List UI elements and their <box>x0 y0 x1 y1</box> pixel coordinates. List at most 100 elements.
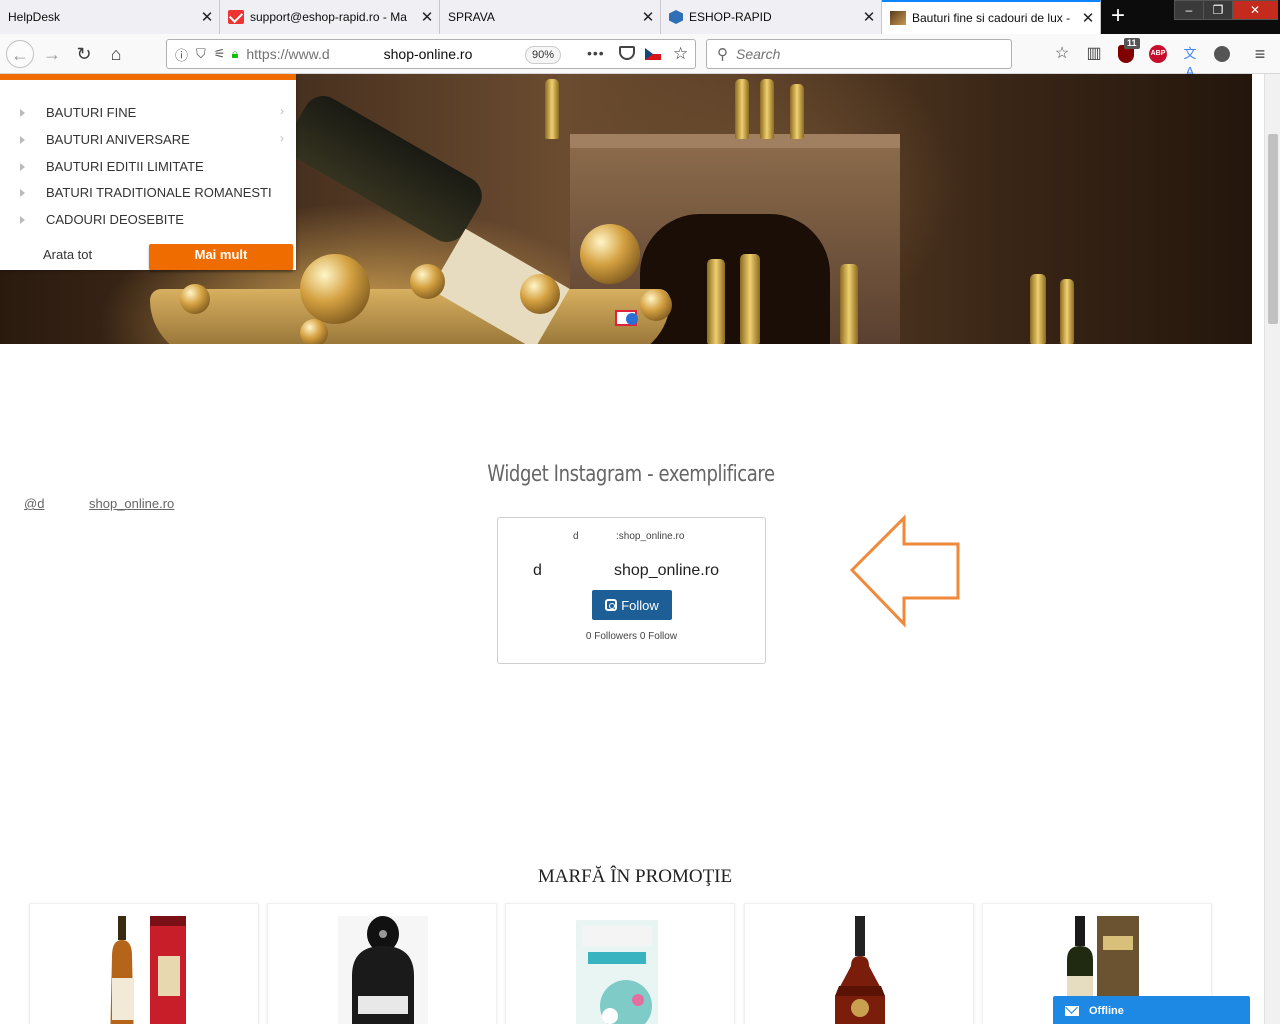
tab-title: ESHOP-RAPID <box>689 10 772 24</box>
promo-section-title: MARFĂ ÎN PROMOŢIE <box>537 866 733 887</box>
category-item-bauturi-editii-limitate[interactable]: BAUTURI EDITII LIMITATE <box>0 154 296 180</box>
new-tab-button[interactable]: + <box>1106 4 1130 29</box>
pocket-icon[interactable] <box>619 46 635 60</box>
category-menu: BAUTURI FINE › BAUTURI ANIVERSARE › BAUT… <box>0 74 296 270</box>
url-host: shop-online.ro <box>383 46 473 62</box>
gold-ornament <box>410 264 445 299</box>
category-label: CADOURI DEOSEBITE <box>46 212 184 227</box>
close-icon[interactable]: ✕ <box>636 8 660 26</box>
tracking-shield-icon[interactable]: ⛉ <box>196 46 206 62</box>
fireplace-opening <box>640 214 830 344</box>
search-input[interactable]: ⚲ Search <box>706 39 1012 69</box>
category-item-bauturi-aniversare[interactable]: BAUTURI ANIVERSARE › <box>0 127 296 153</box>
back-arrow-icon[interactable]: ← <box>6 40 34 68</box>
search-placeholder: Search <box>736 46 781 62</box>
close-icon[interactable]: ✕ <box>415 8 439 26</box>
web-page: BAUTURI FINE › BAUTURI ANIVERSARE › BAUT… <box>0 74 1264 1024</box>
instagram-handle: d <box>573 531 579 542</box>
url-prefix: https://www.d <box>246 46 330 62</box>
gold-bottle-graphic <box>735 79 749 139</box>
window-close-button[interactable]: ✕ <box>1232 0 1278 20</box>
chevron-right-icon: › <box>280 131 284 145</box>
sidebar-icon[interactable]: ▥ <box>1084 45 1104 63</box>
tab-support-mail[interactable]: support@eshop-rapid.ro - Ma ✕ <box>220 0 440 34</box>
gold-tub-graphic <box>150 289 670 344</box>
category-label: BAUTURI FINE <box>46 105 137 120</box>
instagram-account-name: shop_online.ro <box>614 562 719 579</box>
bullet-triangle-icon <box>20 163 25 171</box>
close-icon[interactable]: ✕ <box>1076 9 1100 27</box>
site-favicon-icon <box>890 11 906 25</box>
gold-ornament <box>520 274 560 314</box>
instagram-profile-link[interactable]: shop_online.ro <box>89 496 174 511</box>
tab-helpdesk[interactable]: HelpDesk ✕ <box>0 0 220 34</box>
gold-bottle-graphic <box>790 84 804 139</box>
czech-flag-icon[interactable] <box>645 48 661 60</box>
adblock-plus-icon[interactable]: ABP <box>1149 45 1167 63</box>
close-icon[interactable]: ✕ <box>857 8 881 26</box>
gold-ornament <box>180 284 210 314</box>
url-text: https://www.d shop-online.ro <box>246 46 472 62</box>
ublock-count-badge: 11 <box>1124 38 1140 49</box>
restore-button[interactable]: ❐ <box>1203 0 1233 20</box>
home-icon[interactable]: ⌂ <box>102 40 130 68</box>
more-button[interactable]: Mai mult <box>149 244 293 270</box>
library-icon[interactable]: ☆ <box>1052 45 1072 63</box>
hamburger-menu-icon[interactable]: ≡ <box>1250 45 1270 63</box>
chevron-right-icon: › <box>280 104 284 118</box>
slider-indicator[interactable] <box>615 310 638 326</box>
tab-sprava[interactable]: SPRAVA ✕ <box>440 0 661 34</box>
tab-bauturi-fine[interactable]: Bauturi fine si cadouri de lux - ✕ <box>882 0 1101 34</box>
gold-bottle-graphic <box>707 259 725 344</box>
product-card[interactable] <box>505 903 735 1024</box>
tab-eshop-rapid[interactable]: ESHOP-RAPID ✕ <box>661 0 882 34</box>
zoom-level-badge[interactable]: 90% <box>525 46 562 64</box>
product-card[interactable] <box>29 903 259 1024</box>
scrollbar-thumb[interactable] <box>1268 134 1278 324</box>
tab-title: HelpDesk <box>8 10 61 24</box>
url-bar[interactable]: ⓘ ⛉ ⚟ 🔒︎ https://www.d shop-online.ro 90%… <box>166 39 696 69</box>
category-item-baturi-traditionale[interactable]: BATURI TRADITIONALE ROMANESTI <box>0 180 296 206</box>
bullet-triangle-icon <box>20 216 25 224</box>
page-scrollbar[interactable] <box>1264 74 1280 1024</box>
follower-stats: 0 Followers 0 Follow <box>585 631 678 642</box>
close-icon[interactable]: ✕ <box>195 8 219 26</box>
lock-icon[interactable]: 🔒︎ <box>231 46 238 62</box>
gold-ornament <box>640 289 672 321</box>
page-actions-icon[interactable]: ••• <box>587 45 605 61</box>
hexagon-logo-icon <box>669 10 683 24</box>
reload-icon[interactable]: ↻ <box>70 40 98 68</box>
jasmine-tea-box-icon <box>576 920 658 1024</box>
info-icon[interactable]: ⓘ <box>175 45 188 64</box>
category-item-cadouri-deosebite[interactable]: CADOURI DEOSEBITE <box>0 207 296 233</box>
champagne-bottle-graphic <box>280 88 490 250</box>
follow-button[interactable]: Follow <box>592 590 672 620</box>
live-chat-tab[interactable]: Offline <box>1053 996 1250 1024</box>
product-card[interactable] <box>267 903 497 1024</box>
left-arrow-annotation-icon <box>849 514 960 628</box>
forward-arrow-icon[interactable]: → <box>38 40 66 68</box>
envelope-icon <box>1065 1006 1079 1016</box>
show-all-link[interactable]: Arata tot <box>43 247 92 262</box>
cognac-bottle-icon <box>835 916 885 1024</box>
product-card[interactable] <box>744 903 974 1024</box>
search-icon: ⚲ <box>717 46 728 63</box>
instagram-handle: :shop_online.ro <box>616 531 685 542</box>
bookmark-star-icon[interactable]: ☆ <box>673 44 688 64</box>
instagram-widget-card: d :shop_online.ro d shop_online.ro Follo… <box>497 517 766 664</box>
category-item-bauturi-fine[interactable]: BAUTURI FINE › <box>0 100 296 126</box>
category-label: BATURI TRADITIONALE ROMANESTI <box>46 185 272 200</box>
whisky-bottle-with-red-tube-icon <box>110 916 186 1024</box>
bullet-triangle-icon <box>20 136 25 144</box>
instagram-profile-link[interactable]: @d <box>24 496 44 511</box>
browser-nav-bar: ← → ↻ ⌂ ⓘ ⛉ ⚟ 🔒︎ https://www.d shop-onlin… <box>0 34 1280 79</box>
permissions-icon[interactable]: ⚟ <box>214 46 226 62</box>
gold-bottle-graphic <box>840 264 858 344</box>
gold-ornament <box>580 224 640 284</box>
gold-bottle-graphic <box>760 79 774 139</box>
account-icon[interactable] <box>1214 46 1230 62</box>
minimize-button[interactable]: – <box>1174 0 1204 20</box>
gold-bottle-graphic <box>545 79 559 139</box>
bullet-triangle-icon <box>20 189 25 197</box>
instagram-camera-icon <box>605 599 618 611</box>
